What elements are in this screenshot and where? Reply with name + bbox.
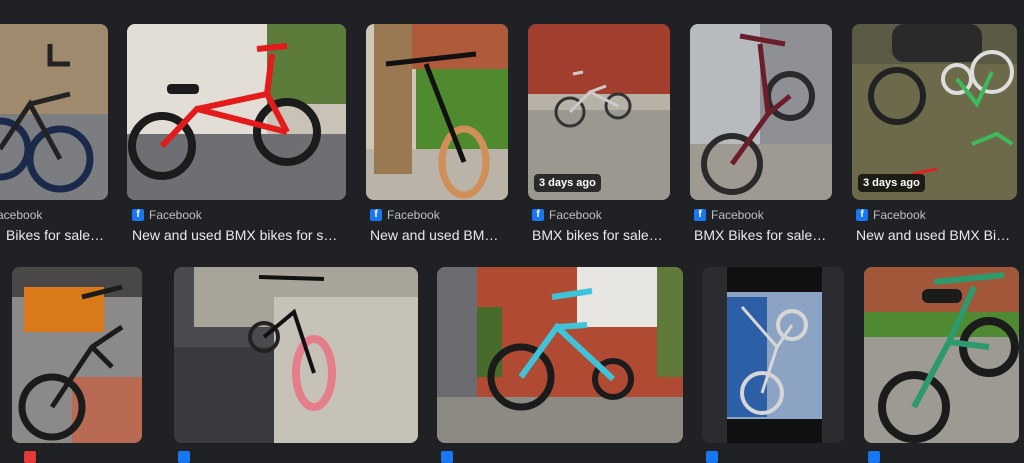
result-source[interactable]: f Facebook: [856, 208, 926, 222]
result-image[interactable]: [690, 24, 832, 200]
source-name: Facebook: [149, 208, 202, 222]
source-favicon: [24, 451, 36, 463]
source-name: acebook: [0, 208, 43, 222]
result-source[interactable]: f Facebook: [532, 208, 602, 222]
facebook-icon: f: [694, 209, 706, 221]
result-source[interactable]: [706, 451, 718, 463]
result-image[interactable]: 3 days ago: [852, 24, 1017, 200]
result-source[interactable]: f Facebook: [694, 208, 764, 222]
source-name: Facebook: [549, 208, 602, 222]
result-source[interactable]: f Facebook: [370, 208, 440, 222]
source-name: Facebook: [873, 208, 926, 222]
result-image[interactable]: [0, 24, 108, 200]
facebook-icon: [868, 451, 880, 463]
result-source[interactable]: acebook: [0, 208, 42, 222]
facebook-icon: f: [132, 209, 144, 221]
source-name: Facebook: [387, 208, 440, 222]
result-image[interactable]: [12, 267, 142, 443]
facebook-icon: [178, 451, 190, 463]
result-image[interactable]: 3 days ago: [528, 24, 670, 200]
result-image[interactable]: [174, 267, 418, 443]
result-title[interactable]: New and used BMX Bi…: [856, 227, 1016, 243]
time-badge: 3 days ago: [534, 174, 601, 192]
facebook-icon: f: [856, 209, 868, 221]
result-image[interactable]: [864, 267, 1019, 443]
result-source[interactable]: [868, 451, 880, 463]
facebook-icon: [706, 451, 718, 463]
result-source[interactable]: f Facebook: [132, 208, 202, 222]
result-source[interactable]: [178, 451, 190, 463]
result-image[interactable]: [437, 267, 683, 443]
result-title[interactable]: New and used BM…: [370, 227, 508, 243]
result-title[interactable]: Bikes for sale…: [6, 227, 108, 243]
result-image[interactable]: [702, 267, 844, 443]
time-badge: 3 days ago: [858, 174, 925, 192]
source-name: Facebook: [711, 208, 764, 222]
facebook-icon: f: [532, 209, 544, 221]
result-source[interactable]: [441, 451, 453, 463]
result-image[interactable]: [366, 24, 508, 200]
facebook-icon: f: [370, 209, 382, 221]
result-source[interactable]: [24, 451, 36, 463]
result-title[interactable]: BMX bikes for sale…: [532, 227, 670, 243]
result-title[interactable]: BMX Bikes for sale…: [694, 227, 832, 243]
facebook-icon: [441, 451, 453, 463]
result-image[interactable]: [127, 24, 346, 200]
result-title[interactable]: New and used BMX bikes for s…: [132, 227, 346, 243]
